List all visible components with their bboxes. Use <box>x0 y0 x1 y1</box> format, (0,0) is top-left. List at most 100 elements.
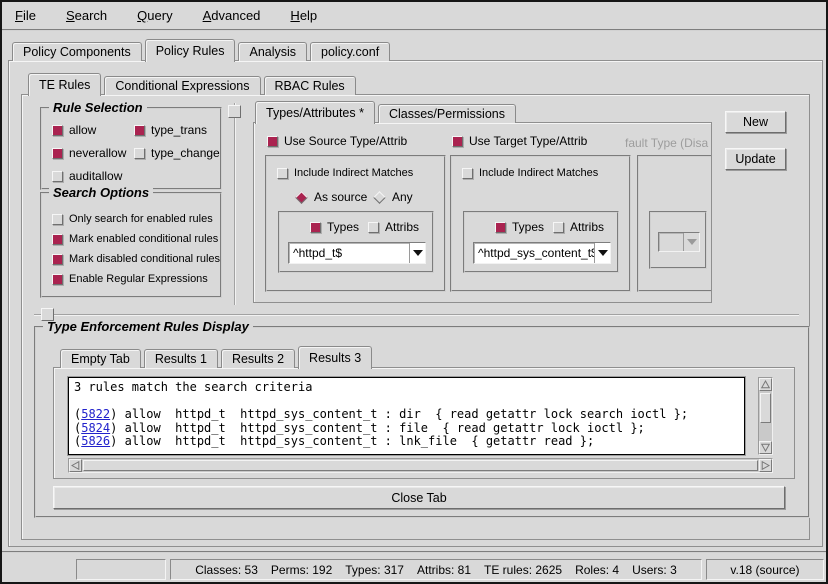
radio-indicator <box>373 191 386 204</box>
scroll-down-button[interactable] <box>759 441 772 454</box>
checkbox-type-trans[interactable]: type_trans <box>134 123 207 137</box>
rule-id-link[interactable]: 5824 <box>81 421 110 435</box>
target-type-group: Include Indirect Matches Types Attribs ^… <box>450 155 631 292</box>
radio-as-source[interactable]: As source <box>295 190 367 204</box>
te-rules-display-group: Type Enforcement Rules Display Empty Tab… <box>34 326 810 518</box>
horizontal-sash-handle[interactable] <box>41 308 54 321</box>
update-button[interactable]: Update <box>725 148 786 170</box>
vertical-sash-handle[interactable] <box>228 105 241 118</box>
rule-id-link[interactable]: 5826 <box>81 434 110 448</box>
checkbox-target-types[interactable]: Types <box>495 220 544 234</box>
rule-line: (5822) allow httpd_t httpd_sys_content_t… <box>74 408 739 422</box>
menu-file[interactable]: File <box>12 6 39 25</box>
checkbox-mark-disabled-conditional[interactable]: Mark disabled conditional rules <box>52 253 220 265</box>
chevron-down-icon <box>598 250 608 256</box>
checkbox-indicator <box>462 168 473 179</box>
close-tab-button[interactable]: Close Tab <box>53 486 785 509</box>
new-button[interactable]: New <box>725 111 786 133</box>
tab-results-1[interactable]: Results 1 <box>144 349 218 368</box>
horizontal-scrollbar[interactable] <box>68 458 773 473</box>
source-type-combo[interactable]: ^httpd_t$ <box>288 242 426 264</box>
arrow-up-icon <box>761 380 770 389</box>
checkbox-allow[interactable]: allow <box>52 123 96 137</box>
arrow-down-icon <box>761 443 770 452</box>
menu-advanced[interactable]: Advanced <box>200 6 264 25</box>
scroll-up-button[interactable] <box>759 378 772 391</box>
horizontal-scroll-thumb[interactable] <box>83 460 758 471</box>
checkbox-source-types[interactable]: Types <box>310 220 359 234</box>
checkbox-type-change[interactable]: type_change <box>134 146 220 160</box>
tab-policy-components[interactable]: Policy Components <box>12 42 142 61</box>
menu-search[interactable]: Search <box>63 6 110 25</box>
stat-classes: Classes: 53 <box>195 563 258 577</box>
search-options-group: Search Options Only search for enabled r… <box>40 192 222 298</box>
rule-selection-group: Rule Selection allow neverallow auditall… <box>40 107 222 190</box>
checkbox-target-attribs[interactable]: Attribs <box>553 220 604 234</box>
checkbox-indicator <box>277 168 288 179</box>
checkbox-neverallow[interactable]: neverallow <box>52 146 126 160</box>
checkbox-indicator <box>52 214 63 225</box>
tab-policy-rules[interactable]: Policy Rules <box>145 39 236 62</box>
tab-types-attributes[interactable]: Types/Attributes * <box>255 101 375 124</box>
vertical-scroll-thumb[interactable] <box>760 393 771 423</box>
checkbox-only-enabled-rules[interactable]: Only search for enabled rules <box>52 213 213 225</box>
default-combo-dropdown-button <box>683 233 699 251</box>
menu-help[interactable]: Help <box>287 6 320 25</box>
default-type-inner-box <box>649 211 707 269</box>
scroll-left-button[interactable] <box>69 459 82 472</box>
tab-classes-permissions[interactable]: Classes/Permissions <box>378 104 516 123</box>
tab-analysis[interactable]: Analysis <box>238 42 307 61</box>
rule-id-link[interactable]: 5822 <box>81 407 110 421</box>
status-version-field: v.18 (source) <box>706 559 824 580</box>
checkbox-indicator <box>52 171 63 182</box>
scroll-right-button[interactable] <box>759 459 772 472</box>
vertical-scrollbar[interactable] <box>758 377 773 455</box>
target-type-combo[interactable]: ^httpd_sys_content_t$ <box>473 242 611 264</box>
rules-tab-bar: TE Rules Conditional Expressions RBAC Ru… <box>28 72 359 95</box>
rule-line: (5826) allow httpd_t httpd_sys_content_t… <box>74 435 739 449</box>
checkbox-indicator <box>553 222 564 233</box>
policy-rules-panel: TE Rules Conditional Expressions RBAC Ru… <box>8 60 823 547</box>
checkbox-use-source-type[interactable]: Use Source Type/Attrib <box>267 134 407 148</box>
source-types-attribs-box: Types Attribs ^httpd_t$ <box>278 211 434 273</box>
checkbox-indicator <box>52 274 63 285</box>
tab-rbac-rules[interactable]: RBAC Rules <box>264 76 356 95</box>
rule-selection-title: Rule Selection <box>49 100 147 115</box>
source-type-combo-value: ^httpd_t$ <box>289 244 409 262</box>
default-type-combo-value <box>659 240 683 244</box>
horizontal-sash-line <box>34 314 799 316</box>
arrow-right-icon <box>761 461 770 470</box>
tab-te-rules[interactable]: TE Rules <box>28 73 101 96</box>
status-bar: Classes: 53 Perms: 192 Types: 317 Attrib… <box>2 551 826 582</box>
target-types-attribs-box: Types Attribs ^httpd_sys_content_t$ <box>463 211 619 273</box>
tab-policy-conf[interactable]: policy.conf <box>310 42 390 61</box>
horizontal-scroll-trough[interactable] <box>82 459 759 472</box>
types-attribs-panel: Use Source Type/Attrib Include Indirect … <box>253 122 712 303</box>
radio-any[interactable]: Any <box>373 190 413 204</box>
tab-results-3[interactable]: Results 3 <box>298 346 372 369</box>
checkbox-target-indirect[interactable]: Include Indirect Matches <box>462 167 598 179</box>
menu-query[interactable]: Query <box>134 6 175 25</box>
tab-conditional-expressions[interactable]: Conditional Expressions <box>104 76 260 95</box>
checkbox-source-attribs[interactable]: Attribs <box>368 220 419 234</box>
tab-empty[interactable]: Empty Tab <box>60 349 141 368</box>
checkbox-source-indirect[interactable]: Include Indirect Matches <box>277 167 413 179</box>
rule-text: ) allow httpd_t httpd_sys_content_t : ln… <box>110 434 594 448</box>
checkbox-indicator <box>452 136 463 147</box>
checkbox-mark-enabled-conditional[interactable]: Mark enabled conditional rules <box>52 233 218 245</box>
tab-results-2[interactable]: Results 2 <box>221 349 295 368</box>
target-combo-dropdown-button[interactable] <box>594 243 610 263</box>
stat-users: Users: 3 <box>632 563 677 577</box>
results-textarea[interactable]: 3 rules match the search criteria (5822)… <box>68 377 745 455</box>
checkbox-use-target-type[interactable]: Use Target Type/Attrib <box>452 134 587 148</box>
te-rules-display-title: Type Enforcement Rules Display <box>43 319 253 334</box>
checkbox-indicator <box>52 125 63 136</box>
checkbox-indicator <box>52 254 63 265</box>
status-stats-field: Classes: 53 Perms: 192 Types: 317 Attrib… <box>170 559 702 580</box>
checkbox-enable-regex[interactable]: Enable Regular Expressions <box>52 273 208 285</box>
vertical-scroll-trough[interactable] <box>759 391 772 441</box>
source-combo-dropdown-button[interactable] <box>409 243 425 263</box>
checkbox-indicator <box>134 125 145 136</box>
checkbox-auditallow[interactable]: auditallow <box>52 169 122 183</box>
stat-perms: Perms: 192 <box>271 563 332 577</box>
